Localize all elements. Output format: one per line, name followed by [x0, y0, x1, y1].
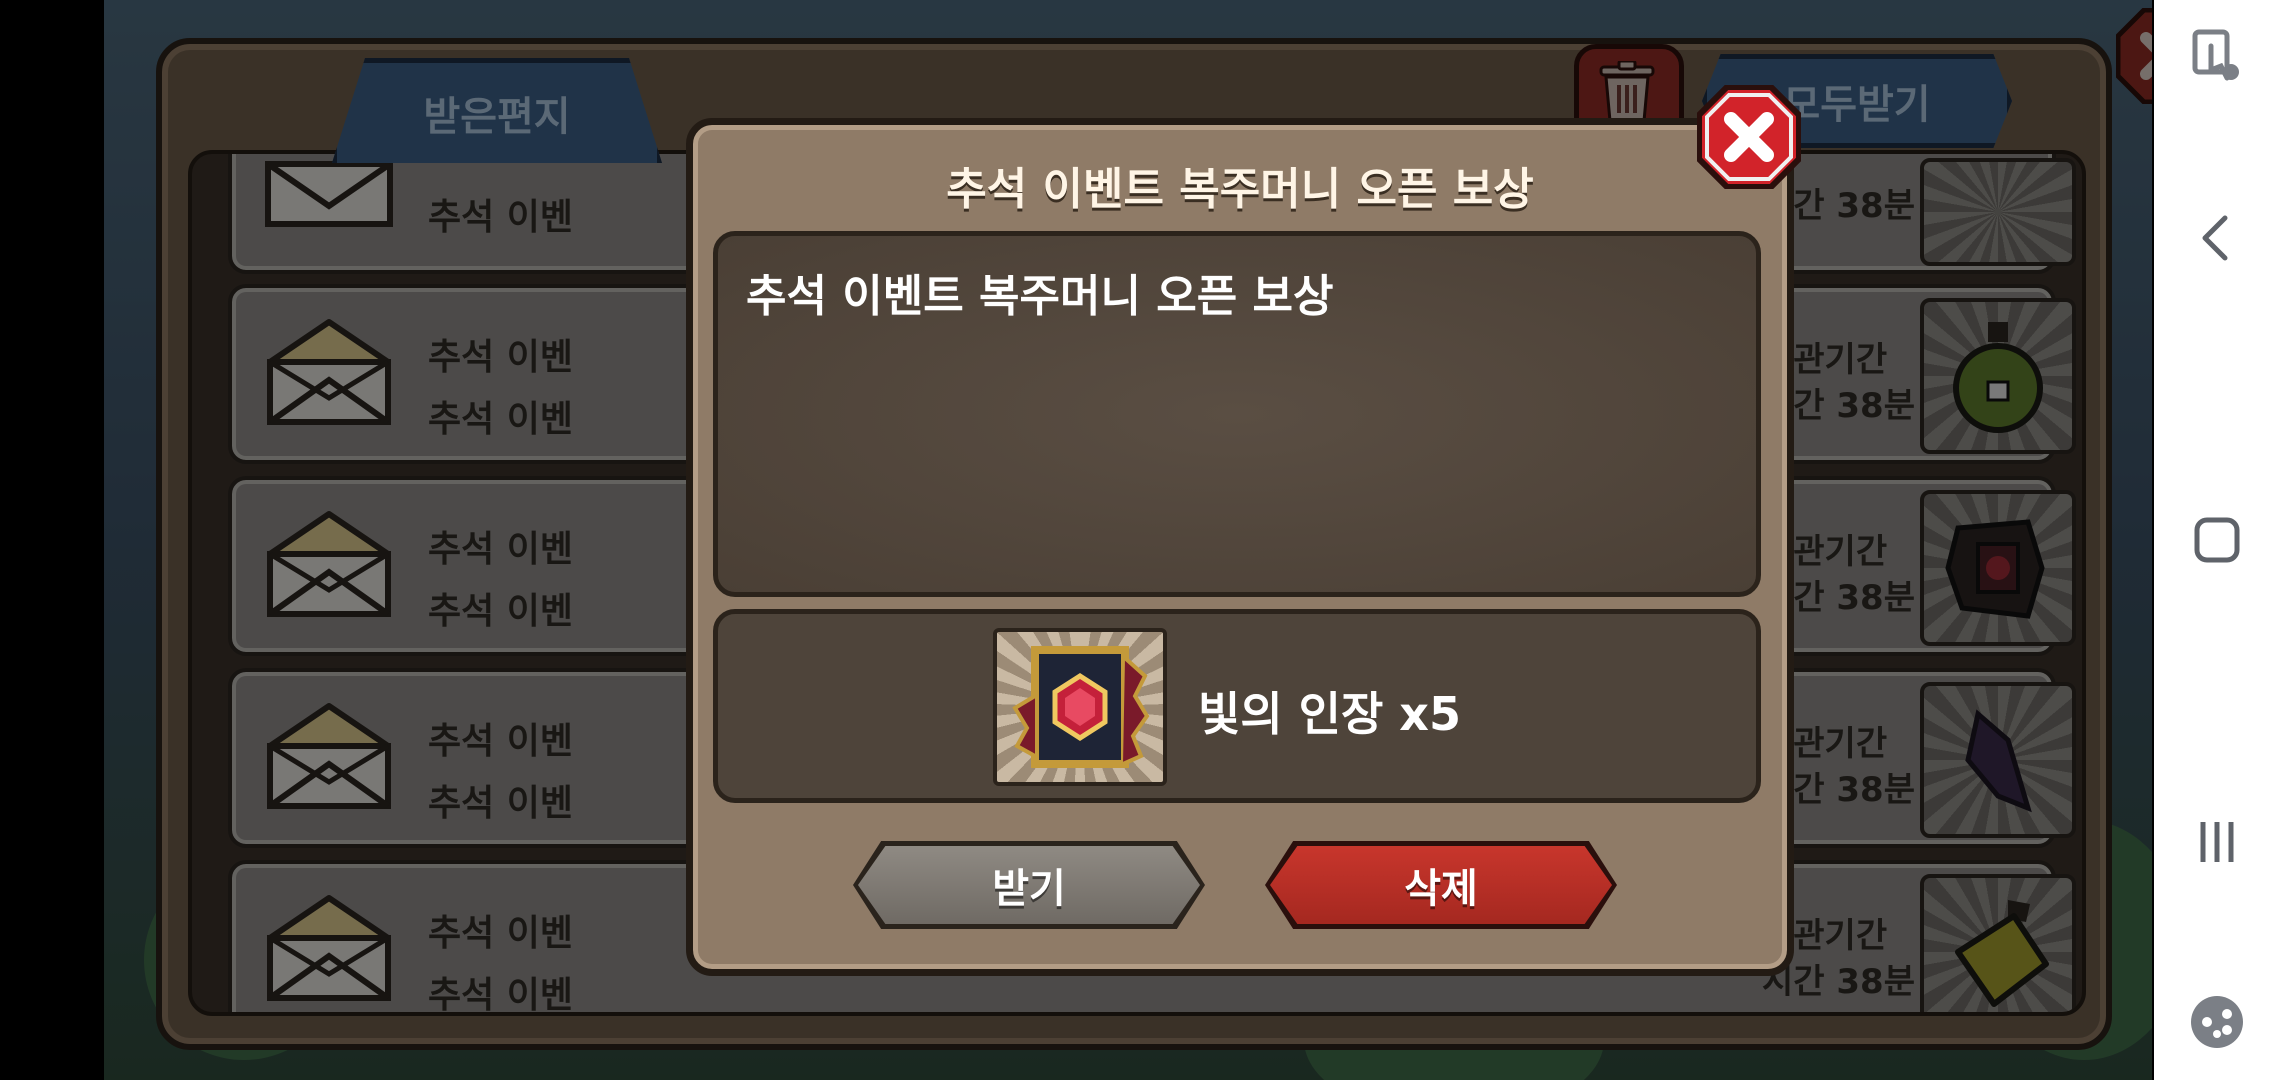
- game-tools-icon[interactable]: [2187, 992, 2247, 1052]
- recents-icon[interactable]: [2187, 812, 2247, 872]
- receive-button-label: 받기: [992, 866, 1066, 912]
- receive-button[interactable]: 받기: [853, 841, 1205, 929]
- seal-of-light-icon: [1012, 646, 1150, 768]
- delete-button-label: 삭제: [1404, 866, 1478, 912]
- close-icon[interactable]: [1697, 85, 1801, 189]
- back-icon[interactable]: [2187, 208, 2247, 268]
- reward-mail-dialog: 추석 이벤트 복주머니 오픈 보상 추석 이벤트 복주머니 오픈 보상 빛의 인…: [686, 85, 1801, 976]
- dialog-title: 추석 이벤트 복주머니 오픈 보상: [946, 164, 1534, 215]
- dialog-message-box: 추석 이벤트 복주머니 오픈 보상: [713, 231, 1761, 597]
- game-screen: 추석 이벤 시간 38분 추석 이벤 추석 이벤 보관기간 시간 38분 추석 …: [104, 0, 2152, 1080]
- reward-label: 빛의 인장 x5: [1198, 687, 1461, 741]
- reward-item-thumbnail: [993, 628, 1167, 786]
- dialog-message: 추석 이벤트 복주머니 오픈 보상: [746, 271, 1334, 322]
- reward-box: 빛의 인장 x5: [713, 609, 1761, 803]
- system-navigation-bar: [2154, 0, 2280, 1080]
- touch-protect-icon[interactable]: [2187, 26, 2247, 86]
- home-icon[interactable]: [2187, 510, 2247, 570]
- delete-button[interactable]: 삭제: [1265, 841, 1617, 929]
